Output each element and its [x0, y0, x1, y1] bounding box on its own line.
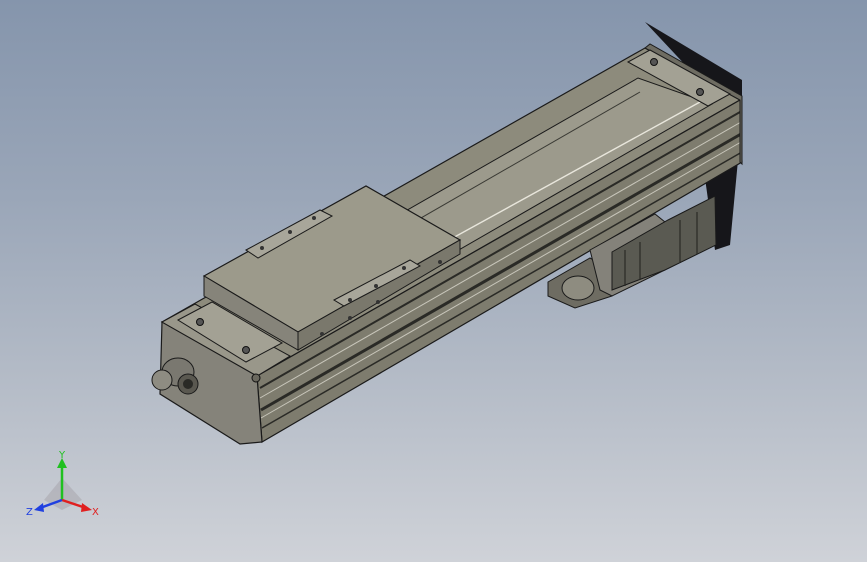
carriage-edge-hole-3: [376, 300, 380, 304]
cad-viewport[interactable]: Y X Z: [0, 0, 867, 562]
end-cap-screw: [251, 373, 261, 383]
rear-strip-hole-1: [260, 246, 264, 250]
cable-port-inner: [183, 379, 193, 389]
end-plate-screw-2: [242, 346, 250, 354]
motor-coupling-ring: [561, 275, 595, 301]
front-strip-hole-1: [348, 298, 352, 302]
end-plate-right-screw-2: [696, 88, 704, 96]
cable-gland-nut: [151, 369, 173, 391]
z-axis-label: Z: [26, 507, 33, 518]
front-strip-hole-2: [374, 284, 378, 288]
carriage-edge-hole-4: [438, 260, 442, 264]
front-strip-hole-3: [402, 266, 406, 270]
y-axis-label: Y: [58, 450, 66, 461]
carriage-edge-hole-2: [348, 316, 352, 320]
end-plate-screw-1: [196, 318, 204, 326]
x-axis-label: X: [92, 507, 99, 518]
carriage-edge-hole-1: [320, 332, 324, 336]
actuator-model[interactable]: [0, 0, 867, 562]
z-axis-arrow: [34, 503, 44, 512]
view-triad[interactable]: Y X Z: [24, 448, 108, 524]
rear-strip-hole-3: [312, 216, 316, 220]
x-axis-arrow: [81, 503, 92, 512]
rear-strip-hole-2: [288, 230, 292, 234]
end-plate-right-screw-1: [650, 58, 658, 66]
